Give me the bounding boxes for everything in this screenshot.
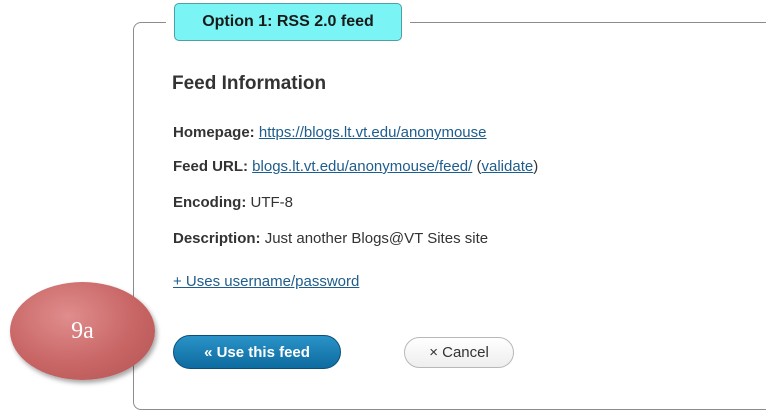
close-paren: ) [533,158,539,175]
homepage-label: Homepage: [173,124,255,141]
option-legend-label: Option 1: RSS 2.0 feed [202,13,374,30]
description-value: Just another Blogs@VT Sites site [264,230,489,247]
feed-url-row: Feed URL: blogs.lt.vt.edu/anonymouse/fee… [173,158,538,175]
feed-url-label: Feed URL: [173,158,248,175]
encoding-label: Encoding: [173,194,247,211]
auth-toggle-row: + Uses username/password [173,273,359,290]
option-legend: Option 1: RSS 2.0 feed [174,3,402,41]
auth-toggle-link[interactable]: + Uses username/password [173,273,359,290]
description-row: Description: Just another Blogs@VT Sites… [173,230,488,247]
use-feed-button[interactable]: « Use this feed [173,335,341,369]
homepage-link[interactable]: https://blogs.lt.vt.edu/anonymouse [259,124,487,141]
encoding-value: UTF-8 [250,194,294,211]
feed-url-link[interactable]: blogs.lt.vt.edu/anonymouse/feed/ [252,158,472,175]
description-label: Description: [173,230,261,247]
homepage-row: Homepage: https://blogs.lt.vt.edu/anonym… [173,124,487,141]
step-annotation-label: 9a [71,317,94,344]
section-title: Feed Information [172,73,327,94]
encoding-row: Encoding: UTF-8 [173,194,293,211]
validate-link[interactable]: validate [482,158,534,175]
cancel-button[interactable]: × Cancel [404,337,514,368]
step-annotation-badge: 9a [10,282,155,380]
